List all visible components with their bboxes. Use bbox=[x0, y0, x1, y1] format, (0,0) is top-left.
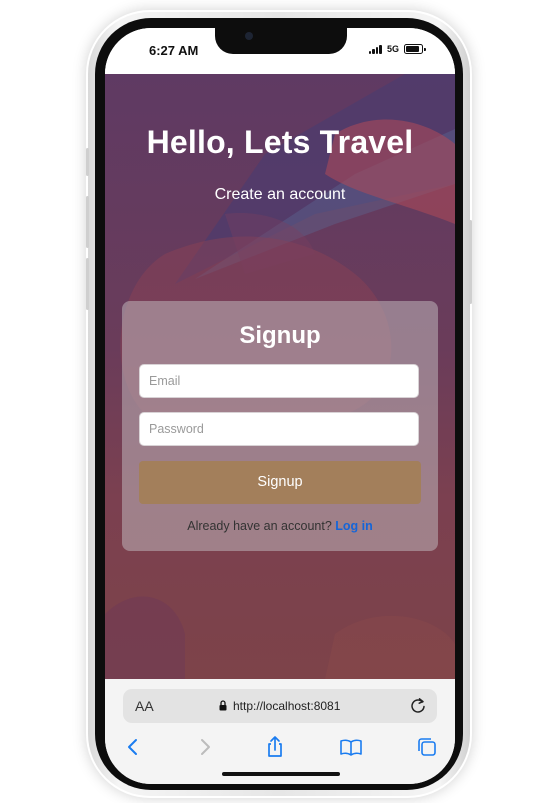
hero-title: Hello, Lets Travel bbox=[146, 124, 414, 160]
battery-icon bbox=[404, 44, 426, 54]
login-prompt-line: Already have an account? Log in bbox=[122, 519, 438, 533]
mute-switch bbox=[86, 148, 89, 176]
browser-nav-row bbox=[105, 735, 455, 765]
forward-icon[interactable] bbox=[193, 735, 217, 759]
url-text[interactable]: http://localhost:8081 bbox=[233, 699, 340, 713]
home-indicator bbox=[222, 772, 340, 776]
phone-screen: 6:27 AM 5G Hello, Lets Travel Create an … bbox=[105, 28, 455, 784]
password-field[interactable] bbox=[139, 412, 419, 446]
notch bbox=[215, 28, 347, 54]
back-icon[interactable] bbox=[121, 735, 145, 759]
text-size-button[interactable]: AA bbox=[135, 698, 154, 714]
bookmarks-icon[interactable] bbox=[339, 735, 363, 759]
signup-title: Signup bbox=[239, 322, 321, 349]
login-prompt-text: Already have an account? bbox=[187, 519, 332, 533]
tabs-icon[interactable] bbox=[415, 735, 439, 759]
share-icon[interactable] bbox=[263, 735, 287, 759]
status-icons: 5G bbox=[368, 44, 426, 54]
volume-up-button bbox=[86, 196, 89, 248]
reload-icon[interactable] bbox=[409, 697, 427, 715]
hero-subtitle: Create an account bbox=[214, 186, 346, 203]
power-button bbox=[469, 220, 472, 304]
volume-down-button bbox=[86, 258, 89, 310]
signup-button[interactable]: Signup bbox=[139, 461, 421, 504]
network-label: 5G bbox=[386, 44, 399, 54]
address-bar[interactable]: AA http://localhost:8081 bbox=[123, 689, 437, 723]
status-time: 6:27 AM bbox=[149, 43, 199, 58]
signup-card: Signup Signup Already have an account? L… bbox=[122, 301, 438, 551]
front-camera bbox=[245, 32, 253, 40]
browser-toolbar: AA http://localhost:8081 bbox=[105, 679, 455, 784]
lock-icon bbox=[219, 700, 227, 711]
signal-icon bbox=[368, 44, 382, 54]
status-bar: 6:27 AM 5G bbox=[105, 28, 455, 74]
login-link[interactable]: Log in bbox=[335, 519, 373, 533]
web-content: Hello, Lets Travel Create an account Sig… bbox=[105, 74, 455, 679]
email-field[interactable] bbox=[139, 364, 419, 398]
